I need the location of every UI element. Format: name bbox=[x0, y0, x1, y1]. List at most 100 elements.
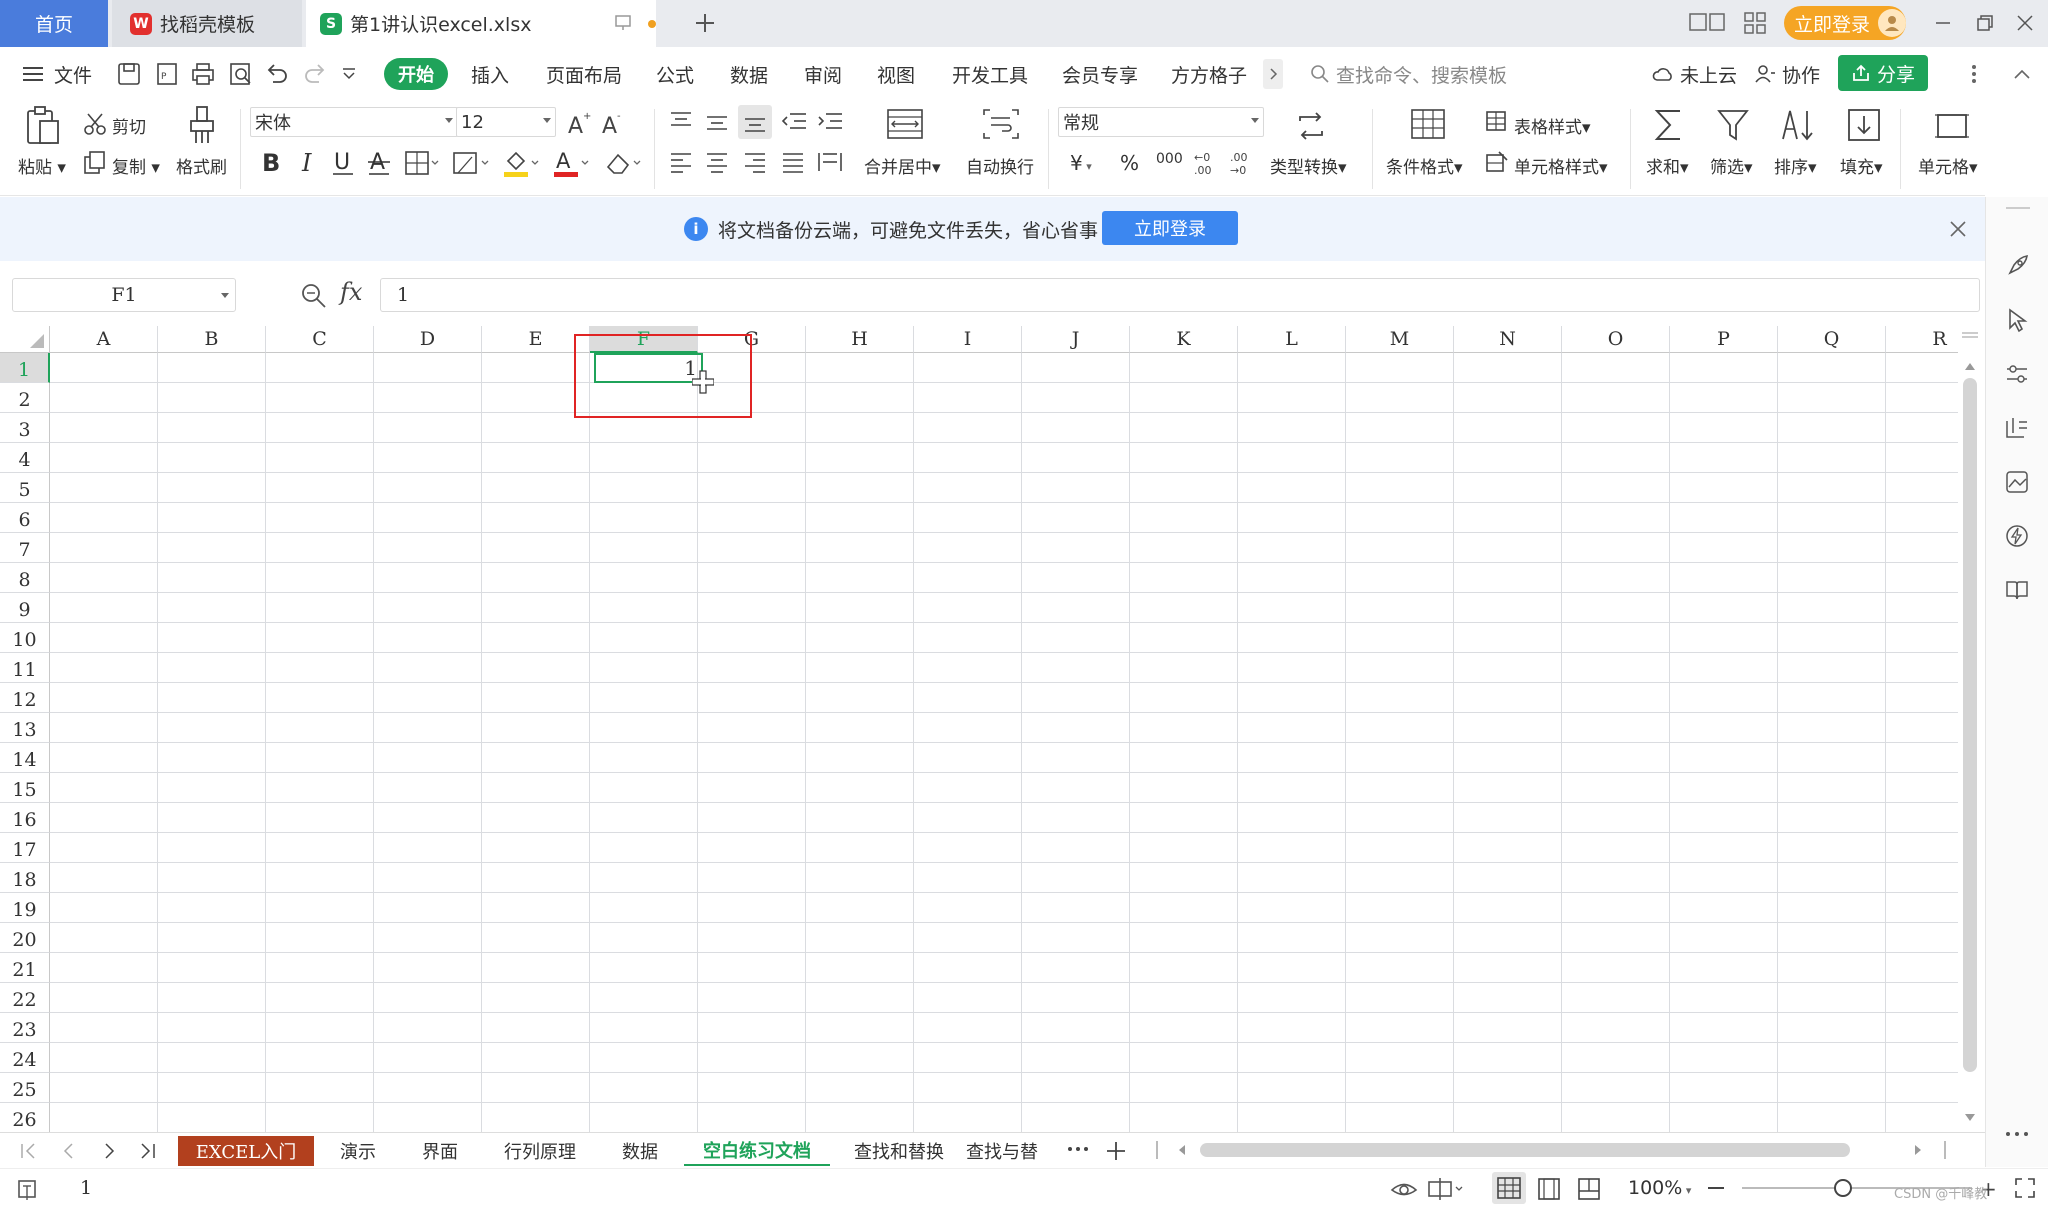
column-header[interactable]: Q bbox=[1778, 326, 1886, 353]
column-header[interactable]: O bbox=[1562, 326, 1670, 353]
normal-view-icon[interactable] bbox=[1492, 1172, 1526, 1204]
search-box[interactable]: 查找命令、搜索模板 bbox=[1310, 47, 1507, 101]
row-header[interactable]: 22 bbox=[0, 983, 50, 1013]
next-sheet-icon[interactable] bbox=[98, 1141, 120, 1161]
macro-icon[interactable] bbox=[16, 1178, 42, 1202]
more-sheets-icon[interactable] bbox=[1066, 1143, 1090, 1155]
column-header[interactable]: H bbox=[806, 326, 914, 353]
sum-button[interactable]: 求和▾ bbox=[1646, 153, 1689, 178]
align-top-icon[interactable] bbox=[668, 109, 694, 135]
row-header[interactable]: 6 bbox=[0, 503, 50, 533]
undo-icon[interactable] bbox=[264, 61, 290, 87]
new-tab-icon[interactable] bbox=[690, 8, 720, 38]
row-header[interactable]: 1 bbox=[0, 353, 50, 383]
italic-icon[interactable]: I bbox=[296, 147, 320, 179]
print-icon[interactable] bbox=[190, 61, 216, 87]
scroll-splitter[interactable] bbox=[1944, 1141, 1946, 1159]
cloud-status[interactable]: 未上云 bbox=[1652, 47, 1737, 101]
column-header[interactable]: P bbox=[1670, 326, 1778, 353]
tab-page-layout[interactable]: 页面布局 bbox=[546, 47, 622, 101]
column-header[interactable]: C bbox=[266, 326, 374, 353]
row-header[interactable]: 17 bbox=[0, 833, 50, 863]
number-format-select[interactable]: 常规 bbox=[1058, 107, 1264, 137]
row-header[interactable]: 5 bbox=[0, 473, 50, 503]
cell-style-button[interactable]: 单元格样式▾ bbox=[1514, 153, 1608, 178]
column-header[interactable]: B bbox=[158, 326, 266, 353]
row-header[interactable]: 2 bbox=[0, 383, 50, 413]
row-header[interactable]: 23 bbox=[0, 1013, 50, 1043]
cut-button[interactable]: 剪切 bbox=[112, 113, 146, 138]
merge-center-button[interactable]: 合并居中▾ bbox=[864, 153, 941, 178]
row-header[interactable]: 24 bbox=[0, 1043, 50, 1073]
lightning-icon[interactable] bbox=[2004, 523, 2030, 549]
bold-icon[interactable]: B bbox=[258, 147, 286, 179]
strikethrough-icon[interactable]: A bbox=[366, 147, 392, 179]
restore-icon[interactable] bbox=[1974, 12, 1996, 34]
paste-icon[interactable] bbox=[24, 105, 62, 147]
tab-template[interactable]: W 找稻壳模板 bbox=[112, 0, 302, 47]
minimize-icon[interactable] bbox=[1932, 12, 1954, 34]
increase-decimal-icon[interactable]: ←0.00 bbox=[1192, 149, 1220, 177]
align-middle-icon[interactable] bbox=[704, 109, 730, 135]
zoom-select[interactable]: 100% ▾ bbox=[1628, 1177, 1691, 1199]
align-center-icon[interactable] bbox=[704, 149, 730, 175]
fill-down-icon[interactable] bbox=[1846, 107, 1882, 143]
collab-button[interactable]: 协作 bbox=[1754, 47, 1820, 101]
row-header[interactable]: 20 bbox=[0, 923, 50, 953]
scroll-left-icon[interactable] bbox=[1176, 1141, 1188, 1159]
tab-fangfang[interactable]: 方方格子 bbox=[1171, 47, 1247, 101]
sheet-tab[interactable]: EXCEL入门 bbox=[178, 1136, 314, 1166]
close-window-icon[interactable] bbox=[2014, 12, 2036, 34]
increase-font-icon[interactable]: A + bbox=[566, 109, 594, 137]
scroll-up-icon[interactable] bbox=[1960, 360, 1980, 374]
cut-icon[interactable] bbox=[82, 111, 108, 137]
sheet-tab[interactable]: 查找与替 bbox=[960, 1136, 1052, 1166]
row-header[interactable]: 10 bbox=[0, 623, 50, 653]
scroll-right-icon[interactable] bbox=[1912, 1141, 1924, 1159]
sliders-icon[interactable] bbox=[2004, 361, 2030, 387]
column-header[interactable]: M bbox=[1346, 326, 1454, 353]
fill-color-icon[interactable] bbox=[502, 147, 542, 179]
formula-input[interactable]: 1 bbox=[380, 278, 1980, 312]
more-options-icon[interactable] bbox=[1970, 63, 1978, 85]
tab-developer[interactable]: 开发工具 bbox=[952, 47, 1028, 101]
chevron-down-icon[interactable] bbox=[221, 293, 229, 298]
page-layout-view-icon[interactable] bbox=[1536, 1177, 1562, 1201]
column-header[interactable]: L bbox=[1238, 326, 1346, 353]
column-header[interactable]: J bbox=[1022, 326, 1130, 353]
login-button[interactable]: 立即登录 bbox=[1784, 6, 1906, 40]
format-painter-button[interactable]: 格式刷 bbox=[176, 153, 227, 178]
first-sheet-icon[interactable] bbox=[18, 1141, 40, 1161]
select-all-corner[interactable] bbox=[0, 326, 50, 353]
save-icon[interactable] bbox=[116, 61, 142, 87]
sheet-tab[interactable]: 界面 bbox=[400, 1136, 480, 1166]
export-pdf-icon[interactable]: P bbox=[154, 61, 180, 87]
tab-document[interactable]: S 第1讲认识excel.xlsx bbox=[306, 0, 656, 47]
page-break-view-icon[interactable] bbox=[1576, 1177, 1602, 1201]
notice-login-button[interactable]: 立即登录 bbox=[1102, 211, 1238, 245]
row-header[interactable]: 19 bbox=[0, 893, 50, 923]
decrease-font-icon[interactable]: A- bbox=[600, 109, 628, 137]
horizontal-scrollbar-thumb[interactable] bbox=[1200, 1143, 1850, 1157]
row-header[interactable]: 7 bbox=[0, 533, 50, 563]
column-header[interactable]: K bbox=[1130, 326, 1238, 353]
image-tool-icon[interactable] bbox=[2004, 469, 2030, 495]
conditional-format-button[interactable]: 条件格式▾ bbox=[1386, 153, 1463, 178]
wrap-text-button[interactable]: 自动换行 bbox=[966, 153, 1034, 178]
zoom-slider-thumb[interactable] bbox=[1834, 1179, 1852, 1197]
sort-icon[interactable] bbox=[1780, 107, 1816, 143]
cell-icon[interactable] bbox=[1934, 109, 1970, 143]
underline-icon[interactable]: U bbox=[330, 147, 356, 179]
decrease-indent-icon[interactable] bbox=[780, 109, 808, 135]
close-notice-icon[interactable] bbox=[1948, 219, 1968, 239]
split-handle-icon[interactable] bbox=[1960, 330, 1980, 340]
reading-mode-icon[interactable] bbox=[1688, 10, 1728, 36]
row-header[interactable]: 8 bbox=[0, 563, 50, 593]
tab-view[interactable]: 视图 bbox=[877, 47, 915, 101]
row-header[interactable]: 15 bbox=[0, 773, 50, 803]
type-convert-button[interactable]: 类型转换▾ bbox=[1270, 153, 1347, 178]
sheet-tab[interactable]: 演示 bbox=[318, 1136, 398, 1166]
align-left-icon[interactable] bbox=[668, 149, 694, 175]
monitor-icon[interactable] bbox=[614, 14, 632, 32]
row-header[interactable]: 25 bbox=[0, 1073, 50, 1103]
